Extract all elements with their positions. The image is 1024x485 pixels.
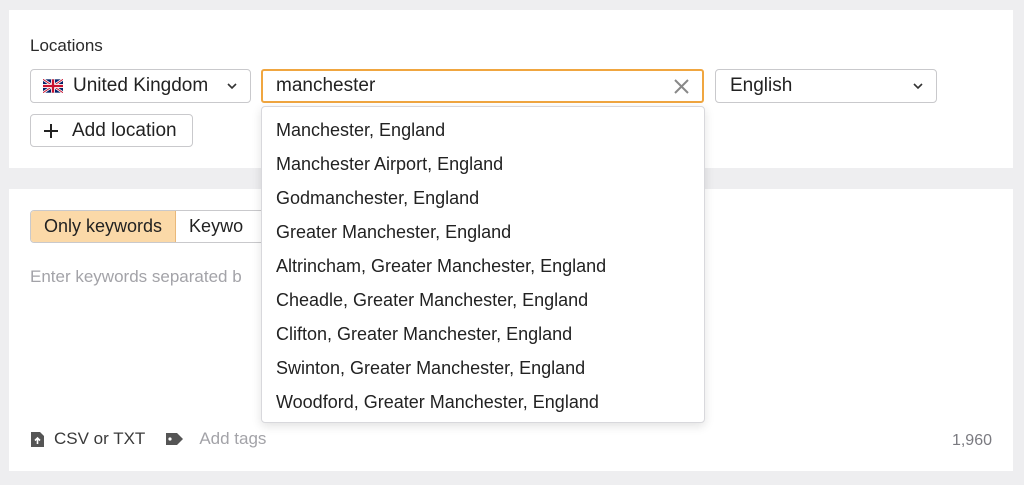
keywords-footer: CSV or TXT Add tags bbox=[30, 429, 266, 449]
clear-icon[interactable] bbox=[673, 78, 690, 95]
chevron-down-icon bbox=[913, 83, 923, 90]
chevron-down-icon bbox=[227, 83, 237, 90]
tab-only-keywords[interactable]: Only keywords bbox=[31, 211, 177, 242]
file-upload-icon[interactable] bbox=[30, 431, 45, 448]
location-search-box[interactable] bbox=[261, 69, 704, 103]
keywords-textarea[interactable]: Enter keywords separated b bbox=[30, 267, 242, 287]
suggestion-item[interactable]: Manchester, England bbox=[262, 113, 704, 147]
add-tags-input[interactable]: Add tags bbox=[199, 429, 266, 449]
upload-csv-link[interactable]: CSV or TXT bbox=[54, 429, 145, 449]
character-count: 1,960 bbox=[951, 432, 992, 449]
add-location-button[interactable]: Add location bbox=[30, 114, 193, 147]
plus-icon bbox=[44, 123, 58, 138]
suggestion-item[interactable]: Godmanchester, England bbox=[262, 181, 704, 215]
language-value: English bbox=[730, 75, 793, 96]
country-name: United Kingdom bbox=[73, 75, 209, 96]
suggestion-item[interactable]: Cheadle, Greater Manchester, England bbox=[262, 283, 704, 317]
suggestion-item[interactable]: Swinton, Greater Manchester, England bbox=[262, 351, 704, 385]
locations-label: Locations bbox=[30, 36, 103, 55]
suggestion-item[interactable]: Manchester Airport, England bbox=[262, 147, 704, 181]
country-select[interactable]: United Kingdom bbox=[30, 69, 251, 103]
location-suggestions-dropdown: Manchester, England Manchester Airport, … bbox=[261, 106, 705, 423]
uk-flag-icon bbox=[43, 79, 63, 93]
location-search-input[interactable] bbox=[276, 75, 656, 97]
add-location-label: Add location bbox=[72, 119, 177, 141]
suggestion-item[interactable]: Clifton, Greater Manchester, England bbox=[262, 317, 704, 351]
suggestion-item[interactable]: Greater Manchester, England bbox=[262, 215, 704, 249]
language-select[interactable]: English bbox=[715, 69, 937, 103]
suggestion-item[interactable]: Woodford, Greater Manchester, England bbox=[262, 385, 704, 419]
suggestion-item[interactable]: Altrincham, Greater Manchester, England bbox=[262, 249, 704, 283]
tag-icon bbox=[166, 433, 184, 445]
